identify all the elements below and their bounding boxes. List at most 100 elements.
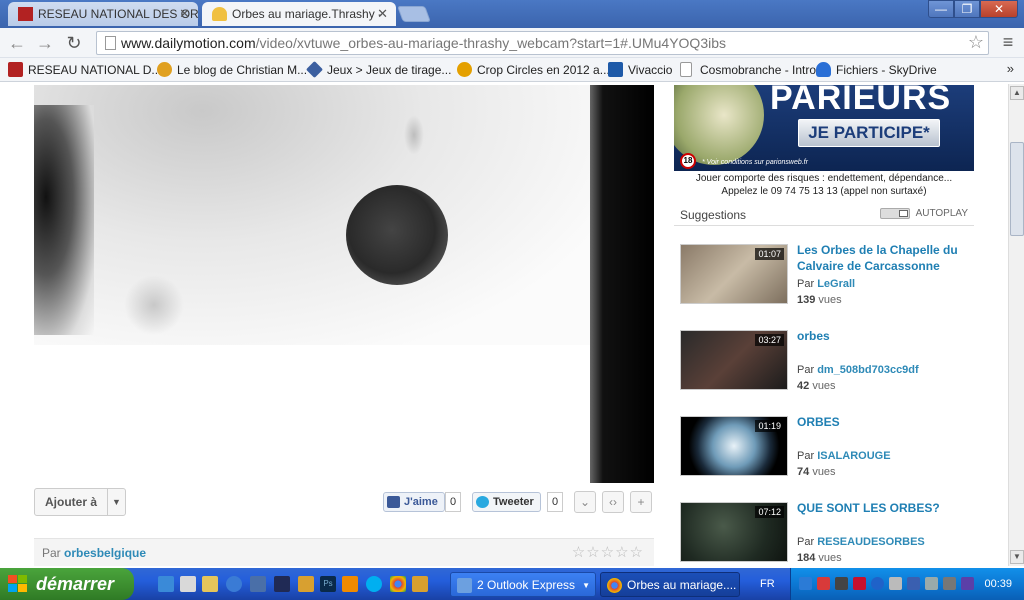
scroll-down-icon[interactable]: ▼ <box>1010 550 1024 564</box>
like-count: 0 <box>445 492 462 512</box>
tab-label: Orbes au mariage.Thrashy - <box>232 7 383 21</box>
bookmark-item[interactable]: Jeux > Jeux de tirage... <box>306 61 451 79</box>
minimize-button[interactable]: — <box>928 0 954 18</box>
view-count: 42 <box>797 380 810 392</box>
download-icon[interactable]: ⌄ <box>574 491 596 513</box>
bookmark-item[interactable]: Le blog de Christian M... <box>157 61 307 79</box>
bookmark-item[interactable]: Crop Circles en 2012 a... <box>457 61 610 79</box>
browser-tabstrip: RESEAU NATIONAL DES ORB ✕ Orbes au maria… <box>0 0 1024 28</box>
tab-reseau-national[interactable]: RESEAU NATIONAL DES ORB ✕ <box>8 2 198 26</box>
like-button[interactable]: J'aime <box>383 492 445 512</box>
taskbar-button-outlook[interactable]: 2 Outlook Express ▼ <box>450 572 596 597</box>
video-smudge <box>404 115 424 155</box>
quicklaunch-icon[interactable] <box>274 576 290 592</box>
embed-icon[interactable]: ‹› <box>602 491 624 513</box>
browser-toolbar: ← → ↻ www.dailymotion.com/video/xvtuwe_o… <box>0 28 1024 58</box>
menu-icon[interactable]: ≡ <box>998 32 1018 52</box>
chevron-down-icon[interactable]: ▼ <box>107 489 125 515</box>
bookmarks-overflow-icon[interactable]: » <box>1007 61 1014 76</box>
video-thumbnail[interactable]: 01:07 <box>680 244 788 304</box>
bookmark-item[interactable]: RESEAU NATIONAL D... <box>8 61 161 79</box>
volume-icon[interactable] <box>943 577 956 590</box>
ad-conditions: * Voir conditions sur parionsweb.fr <box>702 159 808 166</box>
address-bar[interactable]: www.dailymotion.com/video/xvtuwe_orbes-a… <box>96 31 989 55</box>
bookmark-favicon-icon <box>306 61 323 78</box>
bookmark-star-icon[interactable]: ☆ <box>968 32 984 53</box>
quicklaunch-icon[interactable] <box>412 576 428 592</box>
skype-icon[interactable] <box>366 576 382 592</box>
add-plus-icon[interactable]: + <box>630 491 652 513</box>
suggestion-author[interactable]: RESEAUDESORBES <box>817 536 925 548</box>
chrome-icon[interactable] <box>390 576 406 592</box>
suggestion-item[interactable]: 01:07 Les Orbes de la Chapelle du Calvai… <box>680 242 970 316</box>
ad-banner[interactable]: PARIEURS JE PARTICIPE* 18 * Voir conditi… <box>674 85 974 171</box>
bookmark-item[interactable]: Cosmobranche - Intro <box>680 61 816 79</box>
tab-close-icon[interactable]: ✕ <box>179 2 190 26</box>
suggestion-title[interactable]: ORBES <box>797 414 969 430</box>
photoshop-icon[interactable]: Ps <box>320 576 336 592</box>
chevron-down-icon[interactable]: ▼ <box>582 573 590 596</box>
forward-arrow-icon[interactable]: → <box>34 33 56 53</box>
tray-app-icon[interactable] <box>961 577 974 590</box>
bookmarks-bar: RESEAU NATIONAL D... Le blog de Christia… <box>0 58 1024 82</box>
tab-close-icon[interactable]: ✕ <box>377 2 388 26</box>
video-frame-background <box>34 85 594 345</box>
suggestion-title[interactable]: QUE SONT LES ORBES? <box>797 500 969 516</box>
clock[interactable]: 00:39 <box>984 578 1012 590</box>
new-tab-button[interactable] <box>397 6 431 22</box>
suggestion-item[interactable]: 03:27 orbes Par dm_508bd703cc9df 42 vues <box>680 328 970 402</box>
restore-button[interactable]: ❐ <box>954 0 980 18</box>
acrobat-icon[interactable] <box>853 577 866 590</box>
tray-app-icon[interactable] <box>889 577 902 590</box>
quicklaunch-icon[interactable] <box>250 576 266 592</box>
quicklaunch-icon[interactable] <box>158 576 174 592</box>
suggestion-author[interactable]: dm_508bd703cc9df <box>817 364 919 376</box>
url-text: www.dailymotion.com/video/xvtuwe_orbes-a… <box>121 35 726 51</box>
quicklaunch-icon[interactable] <box>298 576 314 592</box>
quicklaunch-icon[interactable] <box>202 576 218 592</box>
video-thumbnail[interactable]: 07:12 <box>680 502 788 562</box>
scroll-up-icon[interactable]: ▲ <box>1010 86 1024 100</box>
rating-stars[interactable]: ☆☆☆☆☆ <box>572 543 644 561</box>
tray-app-icon[interactable] <box>925 577 938 590</box>
suggestions-title: Suggestions <box>680 208 747 222</box>
page-icon <box>680 62 692 77</box>
ad-participate-button[interactable]: JE PARTICIPE* <box>798 119 940 147</box>
suggestion-author[interactable]: ISALAROUGE <box>817 450 890 462</box>
close-window-button[interactable]: ✕ <box>980 0 1018 18</box>
page-icon <box>105 36 116 50</box>
video-player[interactable] <box>34 85 654 483</box>
tweet-button[interactable]: Tweeter <box>472 492 541 512</box>
reload-icon[interactable]: ↻ <box>63 33 85 53</box>
network-icon[interactable] <box>799 577 812 590</box>
bookmark-item[interactable]: Fichiers - SkyDrive <box>816 61 937 79</box>
page-scrollbar[interactable]: ▲ ▼ <box>1008 84 1024 566</box>
suggestion-item[interactable]: 07:12 QUE SONT LES ORBES? Par RESEAUDESO… <box>680 500 970 566</box>
video-thumbnail[interactable]: 03:27 <box>680 330 788 390</box>
back-arrow-icon[interactable]: ← <box>6 33 28 53</box>
bluetooth-icon[interactable] <box>871 577 884 590</box>
add-to-button[interactable]: Ajouter à ▼ <box>34 488 126 516</box>
show-desktop-icon[interactable] <box>180 576 196 592</box>
language-indicator[interactable]: FR <box>760 578 775 590</box>
tray-app-icon[interactable] <box>835 577 848 590</box>
taskbar-button-chrome[interactable]: Orbes au mariage.... <box>600 572 740 597</box>
outlook-express-icon <box>457 578 472 593</box>
tray-app-icon[interactable] <box>907 577 920 590</box>
suggestion-title[interactable]: orbes <box>797 328 969 344</box>
tray-app-icon[interactable] <box>817 577 830 590</box>
toggle-switch-icon[interactable] <box>879 208 910 219</box>
author-link[interactable]: orbesbelgique <box>64 546 146 560</box>
bookmark-item[interactable]: Vivaccio <box>608 61 672 79</box>
autoplay-toggle[interactable]: AUTOPLAY <box>879 208 968 219</box>
video-thumbnail[interactable]: 01:19 <box>680 416 788 476</box>
suggestion-item[interactable]: 01:19 ORBES Par ISALAROUGE 74 vues <box>680 414 970 488</box>
start-button[interactable]: démarrer <box>0 568 134 600</box>
suggestion-title[interactable]: Les Orbes de la Chapelle du Calvaire de … <box>797 242 969 274</box>
tab-orbes-mariage[interactable]: Orbes au mariage.Thrashy - ✕ <box>202 2 396 26</box>
vlc-icon[interactable] <box>342 576 358 592</box>
scrollbar-thumb[interactable] <box>1010 142 1024 236</box>
internet-explorer-icon[interactable] <box>226 576 242 592</box>
suggestion-author[interactable]: LeGrall <box>817 278 855 290</box>
skydrive-cloud-icon <box>816 62 831 77</box>
